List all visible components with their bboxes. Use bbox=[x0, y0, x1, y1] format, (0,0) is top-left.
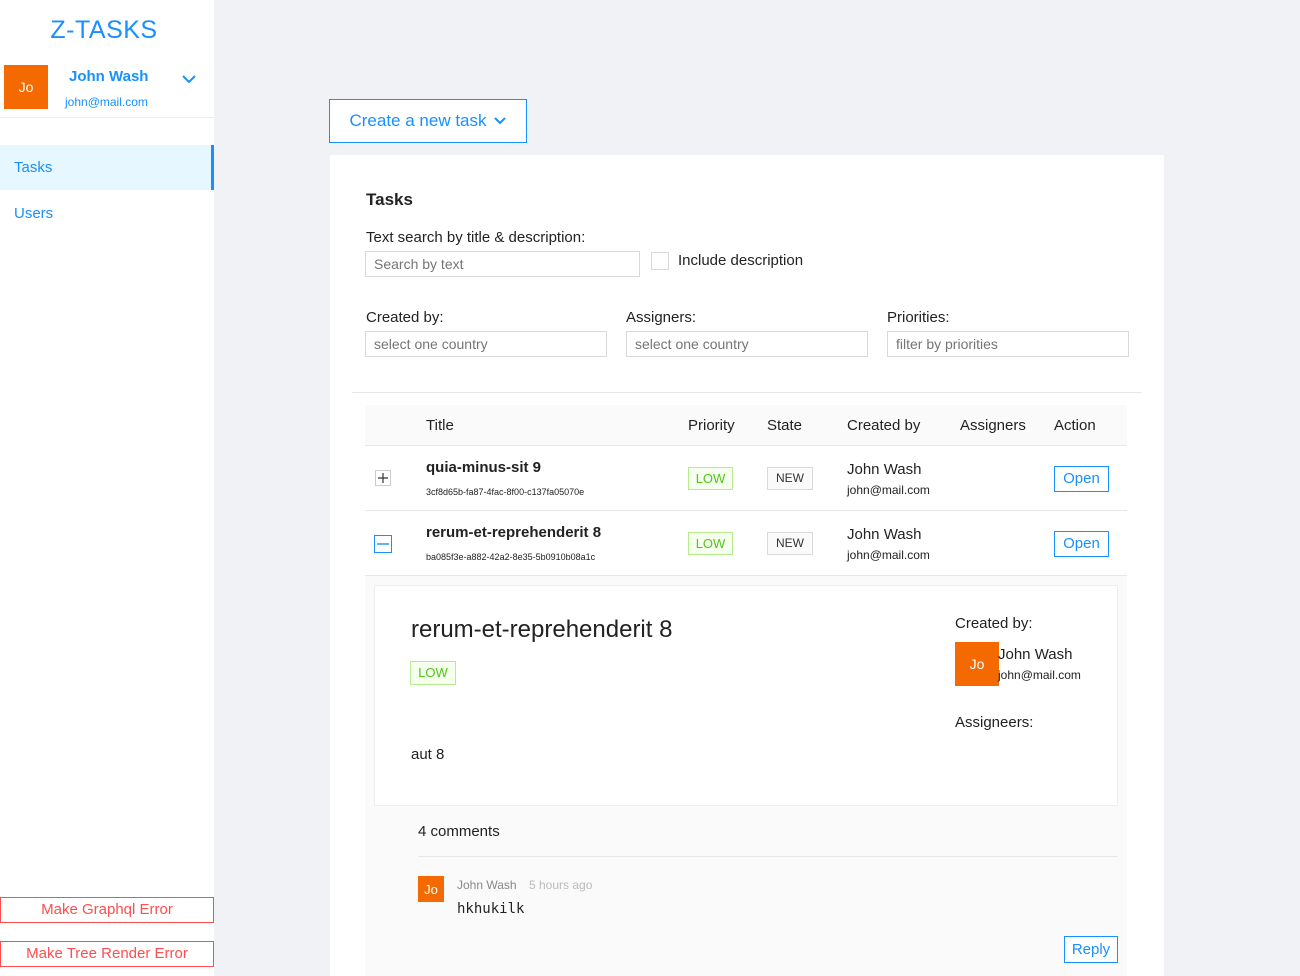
creator-email: john@mail.com bbox=[847, 548, 930, 562]
card-title: Tasks bbox=[366, 190, 413, 209]
column-action: Action bbox=[1054, 417, 1096, 434]
column-priority[interactable]: Priority bbox=[688, 417, 735, 434]
assigners-select[interactable] bbox=[626, 331, 868, 357]
create-task-label: Create a new task bbox=[349, 111, 487, 130]
include-description-checkbox[interactable] bbox=[651, 252, 669, 270]
detail-priority-tag: LOW bbox=[410, 661, 456, 685]
app-logo: Z-TASKS bbox=[50, 16, 158, 44]
detail-created-by-label: Created by: bbox=[955, 615, 1033, 632]
search-input[interactable] bbox=[365, 251, 640, 277]
priorities-select[interactable] bbox=[887, 331, 1129, 357]
comment-time: 5 hours ago bbox=[529, 878, 593, 892]
minus-icon bbox=[377, 543, 389, 545]
detail-description: aut 8 bbox=[411, 746, 445, 763]
state-tag: NEW bbox=[767, 532, 813, 555]
sidebar-item-users[interactable]: Users bbox=[0, 191, 214, 236]
task-title: rerum-et-reprehenderit 8 bbox=[426, 524, 602, 541]
search-label-text: Text search by title & description bbox=[366, 229, 582, 246]
priorities-filter-label-text: Priorities bbox=[887, 309, 946, 326]
plus-icon bbox=[378, 473, 388, 483]
tasks-card: Tasks Text search by title & description… bbox=[330, 155, 1164, 976]
create-task-button[interactable]: Create a new task bbox=[329, 99, 527, 143]
table-row: rerum-et-reprehenderit 8 ba085f3e-a882-4… bbox=[365, 511, 1127, 576]
reply-button[interactable]: Reply bbox=[1064, 936, 1118, 963]
chevron-down-icon bbox=[493, 117, 506, 125]
include-description-label: Include description bbox=[678, 252, 804, 269]
created-by-filter-label-text: Created by bbox=[366, 309, 440, 326]
priority-tag: LOW bbox=[688, 467, 733, 490]
make-graphql-error-button[interactable]: Make Graphql Error bbox=[0, 897, 214, 923]
comment-text: hkhukilk bbox=[457, 901, 525, 917]
creator-name: John Wash bbox=[847, 526, 922, 543]
user-avatar: Jo bbox=[4, 65, 48, 109]
detail-creator-name: John Wash bbox=[998, 646, 1073, 663]
comments-divider bbox=[418, 856, 1118, 857]
detail-creator-email: john@mail.com bbox=[998, 668, 1081, 682]
comment-avatar: Jo bbox=[418, 876, 444, 902]
chevron-down-icon[interactable] bbox=[180, 70, 198, 88]
priority-tag: LOW bbox=[688, 532, 733, 555]
creator-email: john@mail.com bbox=[847, 483, 930, 497]
expand-row-button[interactable] bbox=[375, 470, 391, 486]
task-id: ba085f3e-a882-42a2-8e35-5b0910b08a1c bbox=[426, 552, 596, 562]
sidebar-item-tasks[interactable]: Tasks bbox=[0, 145, 214, 190]
comment-author: John Wash bbox=[457, 878, 517, 892]
open-task-button[interactable]: Open bbox=[1054, 531, 1109, 557]
sidebar-divider bbox=[0, 117, 214, 118]
detail-title: rerum-et-reprehenderit 8 bbox=[411, 616, 673, 643]
state-tag: NEW bbox=[767, 467, 813, 490]
task-title: quia-minus-sit 9 bbox=[426, 459, 542, 476]
user-name[interactable]: John Wash bbox=[69, 68, 148, 85]
creator-name: John Wash bbox=[847, 461, 922, 478]
column-created-by[interactable]: Created by bbox=[847, 417, 920, 434]
expanded-row: rerum-et-reprehenderit 8 LOW aut 8 Creat… bbox=[365, 576, 1127, 976]
user-email: john@mail.com bbox=[65, 95, 148, 109]
open-task-button[interactable]: Open bbox=[1054, 466, 1109, 492]
column-assigners[interactable]: Assigners bbox=[960, 417, 1026, 434]
comments-count: 4 comments bbox=[418, 823, 500, 840]
created-by-select[interactable] bbox=[365, 331, 607, 357]
filters-divider bbox=[352, 392, 1142, 393]
created-by-filter-label: Created by: bbox=[366, 309, 444, 326]
task-id: 3cf8d65b-fa87-4fac-8f00-c137fa05070e bbox=[426, 487, 585, 497]
table-header: Title Priority State Created by Assigner… bbox=[365, 405, 1127, 446]
search-label: Text search by title & description: bbox=[366, 229, 586, 246]
assigners-filter-label-text: Assigners bbox=[626, 309, 692, 326]
make-tree-render-error-button[interactable]: Make Tree Render Error bbox=[0, 941, 214, 967]
collapse-row-button[interactable] bbox=[374, 535, 392, 553]
priorities-filter-label: Priorities: bbox=[887, 309, 950, 326]
assigners-filter-label: Assigners: bbox=[626, 309, 697, 326]
sidebar: Z-TASKS Jo John Wash john@mail.com Tasks… bbox=[0, 0, 214, 976]
detail-assigneers-label: Assigneers: bbox=[955, 714, 1034, 731]
column-state[interactable]: State bbox=[767, 417, 802, 434]
task-detail-panel: rerum-et-reprehenderit 8 LOW aut 8 Creat… bbox=[374, 585, 1118, 806]
table-row: quia-minus-sit 9 3cf8d65b-fa87-4fac-8f00… bbox=[365, 446, 1127, 511]
column-title[interactable]: Title bbox=[426, 417, 454, 434]
creator-avatar: Jo bbox=[955, 642, 999, 686]
